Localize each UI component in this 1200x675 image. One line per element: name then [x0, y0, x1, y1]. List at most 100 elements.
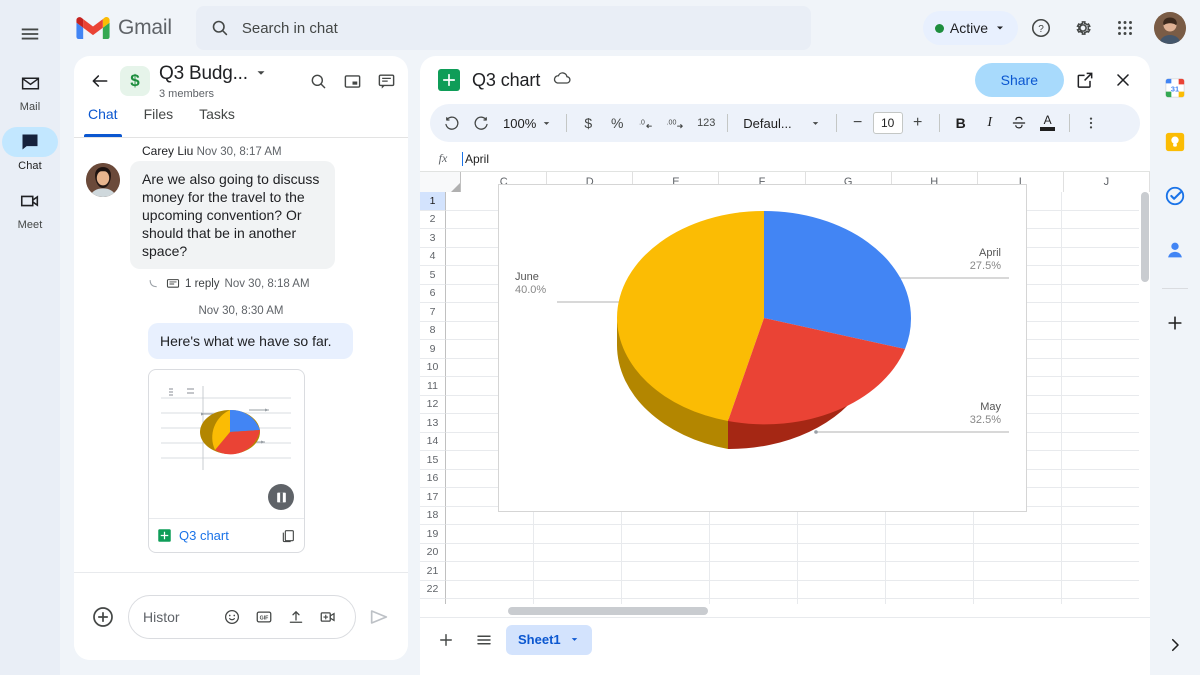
- close-icon[interactable]: [1106, 63, 1140, 97]
- cell-C20[interactable]: [446, 543, 534, 562]
- cell-E21[interactable]: [622, 562, 710, 581]
- undo-icon[interactable]: [438, 109, 466, 137]
- currency-format-button[interactable]: $: [574, 109, 602, 137]
- gmail-logo[interactable]: Gmail: [76, 15, 172, 41]
- row-header-9[interactable]: 9: [420, 340, 446, 359]
- thread-reply-row[interactable]: 1 reply Nov 30, 8:18 AM: [148, 277, 396, 291]
- decrease-font-size-button[interactable]: −: [844, 109, 872, 137]
- column-header-j[interactable]: J: [1063, 172, 1150, 192]
- cell-I20[interactable]: [974, 543, 1062, 562]
- increase-font-size-button[interactable]: +: [904, 109, 932, 137]
- search-input[interactable]: Search in chat: [195, 6, 811, 50]
- upload-file-icon[interactable]: [283, 604, 309, 630]
- spreadsheet-grid[interactable]: CDEFGHIJ 1 2 3 4 5 6 7 8 9 10 11 12 13 14 15 16 17 18 19 20…: [420, 172, 1150, 604]
- text-color-button[interactable]: A: [1034, 109, 1062, 137]
- horizontal-scroll-thumb[interactable]: [508, 606, 708, 615]
- cell-D23[interactable]: [534, 599, 622, 604]
- cell-F22[interactable]: [710, 580, 798, 599]
- share-button[interactable]: Share: [974, 63, 1064, 97]
- add-attachment-icon[interactable]: [86, 600, 120, 634]
- cell-D20[interactable]: [534, 543, 622, 562]
- cell-J17[interactable]: [1062, 488, 1150, 507]
- cell-E20[interactable]: [622, 543, 710, 562]
- cell-F20[interactable]: [710, 543, 798, 562]
- row-header-22[interactable]: 22: [420, 580, 446, 599]
- cell-D22[interactable]: [534, 580, 622, 599]
- google-tasks-icon[interactable]: [1157, 178, 1193, 214]
- row-header-11[interactable]: 11: [420, 377, 446, 396]
- conversation-toggle-icon[interactable]: [370, 65, 402, 97]
- row-header-3[interactable]: 3: [420, 229, 446, 248]
- sheet-tab-sheet1[interactable]: Sheet1: [506, 624, 592, 655]
- send-icon[interactable]: [362, 600, 396, 634]
- attachment-card[interactable]: Q3 chart: [148, 369, 305, 553]
- cell-E23[interactable]: [622, 599, 710, 604]
- row-header-7[interactable]: 7: [420, 303, 446, 322]
- cell-J23[interactable]: [1062, 599, 1150, 604]
- add-apps-icon[interactable]: [1157, 305, 1193, 341]
- chart-object[interactable]: April 27.5% May 32.5% June 40.0%: [498, 184, 1027, 512]
- decrease-decimal-button[interactable]: .0: [632, 109, 660, 137]
- cell-J14[interactable]: [1062, 432, 1150, 451]
- gear-icon[interactable]: [1064, 9, 1102, 47]
- cell-E22[interactable]: [622, 580, 710, 599]
- cell-J1[interactable]: [1062, 192, 1150, 211]
- tab-chat[interactable]: Chat: [84, 106, 122, 137]
- cell-J13[interactable]: [1062, 414, 1150, 433]
- copy-link-icon[interactable]: [280, 528, 296, 544]
- cell-H20[interactable]: [886, 543, 974, 562]
- message-input[interactable]: Histor: [143, 609, 213, 625]
- cell-I23[interactable]: [974, 599, 1062, 604]
- row-header-17[interactable]: 17: [420, 488, 446, 507]
- rail-item-chat[interactable]: Chat: [2, 127, 58, 172]
- cell-J11[interactable]: [1062, 377, 1150, 396]
- cell-H21[interactable]: [886, 562, 974, 581]
- gif-icon[interactable]: GIF: [251, 604, 277, 630]
- saved-to-drive-icon[interactable]: [552, 68, 572, 93]
- cell-E19[interactable]: [622, 525, 710, 544]
- cell-C22[interactable]: [446, 580, 534, 599]
- cell-J18[interactable]: [1062, 506, 1150, 525]
- cell-J20[interactable]: [1062, 543, 1150, 562]
- cell-C23[interactable]: [446, 599, 534, 604]
- cell-J19[interactable]: [1062, 525, 1150, 544]
- chevron-down-icon[interactable]: [254, 66, 268, 85]
- arrow-back-icon[interactable]: [84, 65, 116, 97]
- cell-J6[interactable]: [1062, 284, 1150, 303]
- cell-I21[interactable]: [974, 562, 1062, 581]
- row-header-23[interactable]: 23: [420, 599, 446, 604]
- cell-G19[interactable]: [798, 525, 886, 544]
- row-header-16[interactable]: 16: [420, 469, 446, 488]
- cell-F21[interactable]: [710, 562, 798, 581]
- avatar[interactable]: [86, 163, 120, 197]
- message-list[interactable]: Carey Liu Nov 30, 8:17 AM Are we also go…: [74, 138, 408, 588]
- cell-J7[interactable]: [1062, 303, 1150, 322]
- sheets-file-title[interactable]: Q3 chart: [472, 70, 540, 91]
- font-family-select[interactable]: Defaul...: [735, 109, 828, 137]
- percent-format-button[interactable]: %: [603, 109, 631, 137]
- cell-J3[interactable]: [1062, 229, 1150, 248]
- cell-G20[interactable]: [798, 543, 886, 562]
- google-keep-icon[interactable]: [1157, 124, 1193, 160]
- chevron-down-icon[interactable]: [569, 634, 580, 645]
- cell-J8[interactable]: [1062, 321, 1150, 340]
- row-header-4[interactable]: 4: [420, 247, 446, 266]
- horizontal-scrollbar[interactable]: [420, 604, 1150, 617]
- rail-item-meet[interactable]: Meet: [2, 186, 58, 231]
- add-sheet-icon[interactable]: [430, 624, 462, 656]
- cell-I19[interactable]: [974, 525, 1062, 544]
- cell-H23[interactable]: [886, 599, 974, 604]
- increase-decimal-button[interactable]: .00: [661, 109, 691, 137]
- cell-C19[interactable]: [446, 525, 534, 544]
- more-vertical-icon[interactable]: [1077, 109, 1105, 137]
- status-badge[interactable]: Active: [922, 11, 1018, 45]
- font-size-input[interactable]: 10: [872, 112, 903, 134]
- row-header-2[interactable]: 2: [420, 210, 446, 229]
- cell-H19[interactable]: [886, 525, 974, 544]
- cell-F23[interactable]: [710, 599, 798, 604]
- row-header-8[interactable]: 8: [420, 321, 446, 340]
- open-in-picture-icon[interactable]: [336, 65, 368, 97]
- bold-button[interactable]: B: [947, 109, 975, 137]
- row-header-15[interactable]: 15: [420, 451, 446, 470]
- cell-C21[interactable]: [446, 562, 534, 581]
